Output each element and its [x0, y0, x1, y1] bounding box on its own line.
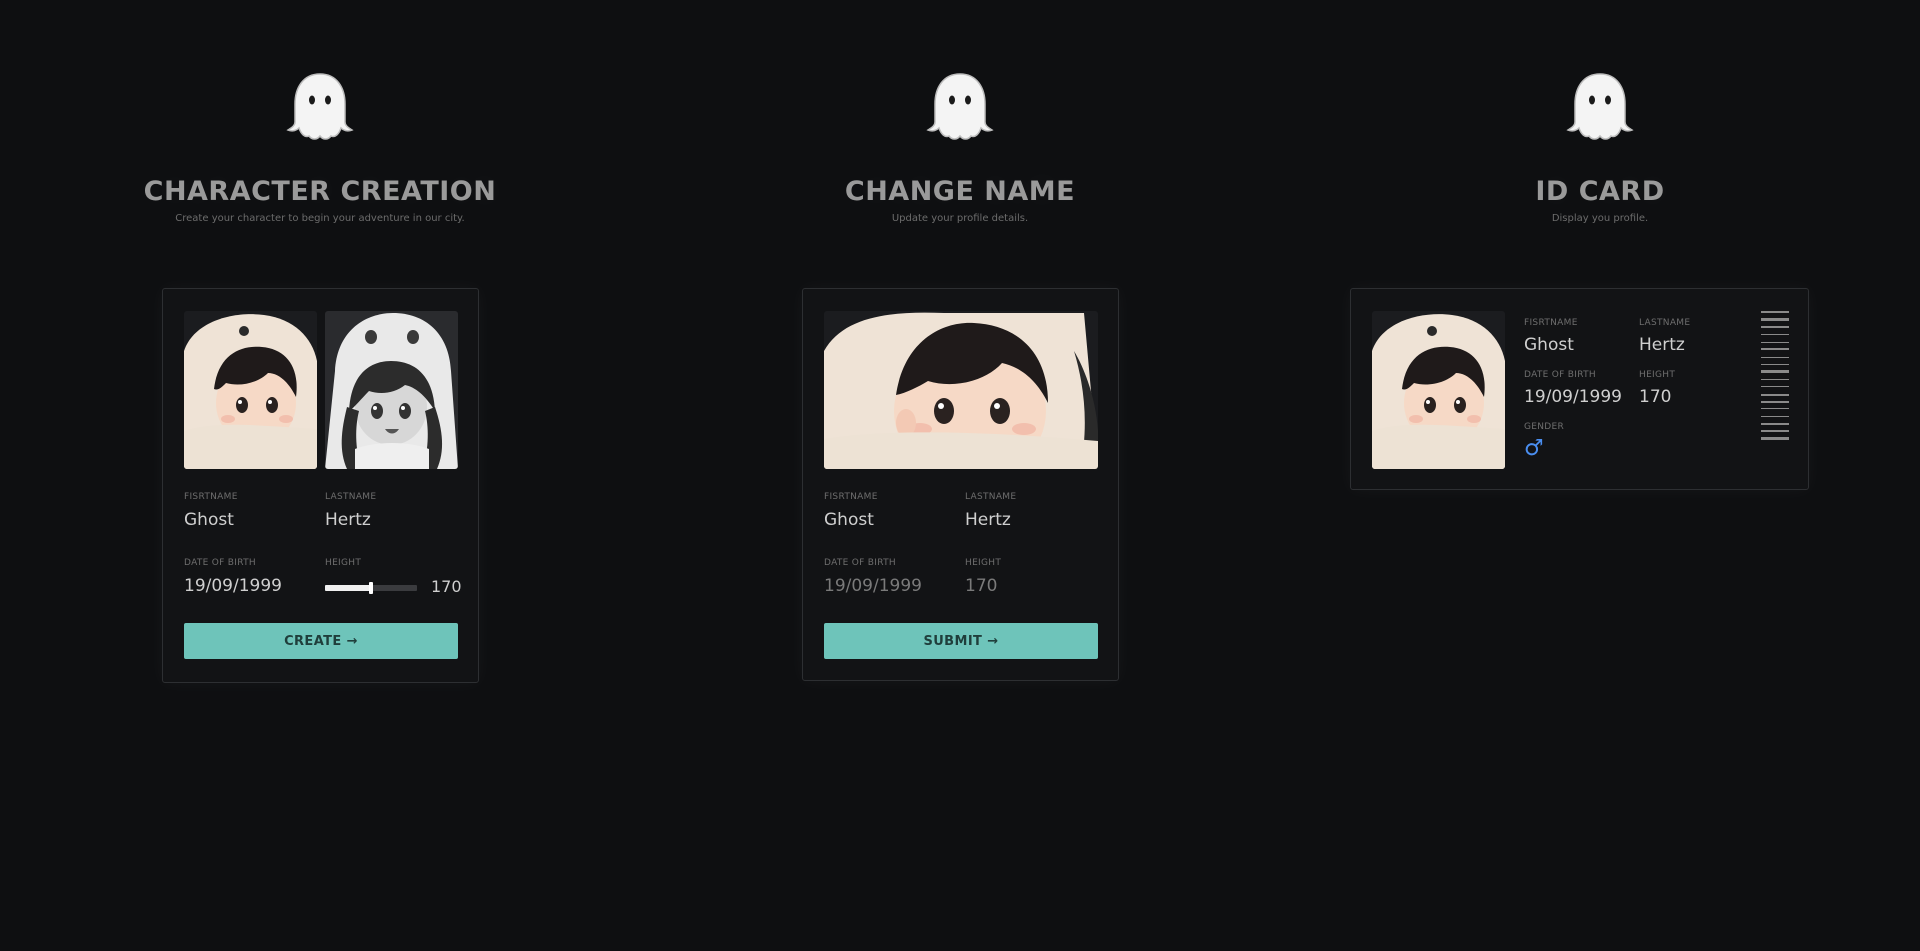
portrait-image: [184, 311, 317, 469]
barcode-stripe: [1761, 379, 1789, 380]
height-label: HEIGHT: [325, 558, 362, 568]
lastname-input[interactable]: Hertz: [965, 510, 1011, 530]
character-portrait-option-1[interactable]: [184, 311, 317, 469]
barcode-stripe: [1761, 386, 1789, 387]
height-value: 170: [431, 577, 462, 596]
dob-value: 19/09/1999: [824, 576, 922, 596]
portrait-image: [824, 311, 1098, 469]
character-portrait-option-2[interactable]: [325, 311, 458, 469]
page-subtitle: Update your profile details.: [891, 213, 1029, 224]
ghost-icon: [286, 73, 354, 140]
page-title: ID CARD: [1535, 176, 1665, 207]
gender-label: GENDER: [1524, 422, 1565, 432]
submit-button[interactable]: SUBMIT →: [824, 623, 1098, 659]
barcode-stripe: [1761, 370, 1789, 373]
hero-header: CHARACTER CREATION Create your character…: [20, 70, 620, 224]
lastname-field[interactable]: Hertz: [325, 510, 371, 530]
lastname-value: Hertz: [1639, 335, 1685, 355]
barcode-stripe: [1761, 394, 1789, 396]
dob-label: DATE OF BIRTH: [824, 558, 896, 568]
ghost-icon: [926, 73, 994, 140]
barcode-stripe: [1761, 408, 1789, 409]
height-slider-fill: [325, 585, 371, 591]
barcode-stripe: [1761, 430, 1789, 432]
page-subtitle: Display you profile.: [1551, 213, 1649, 224]
barcode-stripe: [1761, 357, 1789, 358]
dob-field[interactable]: 19/09/1999: [184, 576, 282, 596]
firstname-input[interactable]: Ghost: [824, 510, 874, 530]
barcode-stripe: [1761, 437, 1789, 440]
barcode: [1761, 311, 1789, 467]
dob-value: 19/09/1999: [1524, 387, 1622, 407]
firstname-value: Ghost: [1524, 335, 1574, 355]
barcode-stripe: [1761, 401, 1789, 403]
dob-label: DATE OF BIRTH: [184, 558, 256, 568]
create-button[interactable]: CREATE →: [184, 623, 458, 659]
barcode-stripe: [1761, 423, 1789, 425]
lastname-label: LASTNAME: [325, 492, 377, 502]
hero-header: CHANGE NAME Update your profile details.: [660, 70, 1260, 224]
height-slider[interactable]: [325, 582, 417, 594]
change-name-card: FISRTNAME Ghost LASTNAME Hertz DATE OF B…: [802, 288, 1119, 681]
lastname-label: LASTNAME: [965, 492, 1017, 502]
ghost-icon: [1566, 73, 1634, 140]
portrait-image: [325, 311, 458, 469]
portrait-image: [1372, 311, 1505, 469]
barcode-stripe: [1761, 334, 1789, 335]
character-portrait: [824, 311, 1098, 469]
id-card-portrait: [1372, 311, 1505, 469]
id-card: FISRTNAME Ghost LASTNAME Hertz DATE OF B…: [1350, 288, 1809, 490]
barcode-stripe: [1761, 364, 1789, 365]
lastname-label: LASTNAME: [1639, 318, 1691, 328]
barcode-stripe: [1761, 342, 1789, 343]
hero-header: ID CARD Display you profile.: [1300, 70, 1900, 224]
creation-card: FISRTNAME Ghost LASTNAME Hertz DATE OF B…: [162, 288, 479, 683]
firstname-label: FISRTNAME: [1524, 318, 1578, 328]
page-title: CHARACTER CREATION: [143, 176, 497, 207]
firstname-field[interactable]: Ghost: [184, 510, 234, 530]
page-subtitle: Create your character to begin your adve…: [175, 213, 465, 224]
barcode-stripe: [1761, 318, 1789, 321]
barcode-stripe: [1761, 416, 1789, 417]
height-label: HEIGHT: [965, 558, 1002, 568]
height-label: HEIGHT: [1639, 370, 1676, 380]
firstname-label: FISRTNAME: [824, 492, 878, 502]
dob-label: DATE OF BIRTH: [1524, 370, 1596, 380]
barcode-stripe: [1761, 311, 1789, 313]
firstname-label: FISRTNAME: [184, 492, 238, 502]
height-value: 170: [965, 576, 998, 596]
height-value: 170: [1639, 387, 1672, 407]
barcode-stripe: [1761, 326, 1789, 328]
male-symbol-icon: ♂: [1524, 436, 1544, 461]
page-title: CHANGE NAME: [844, 176, 1076, 207]
barcode-stripe: [1761, 348, 1789, 350]
height-slider-thumb[interactable]: [369, 582, 373, 594]
